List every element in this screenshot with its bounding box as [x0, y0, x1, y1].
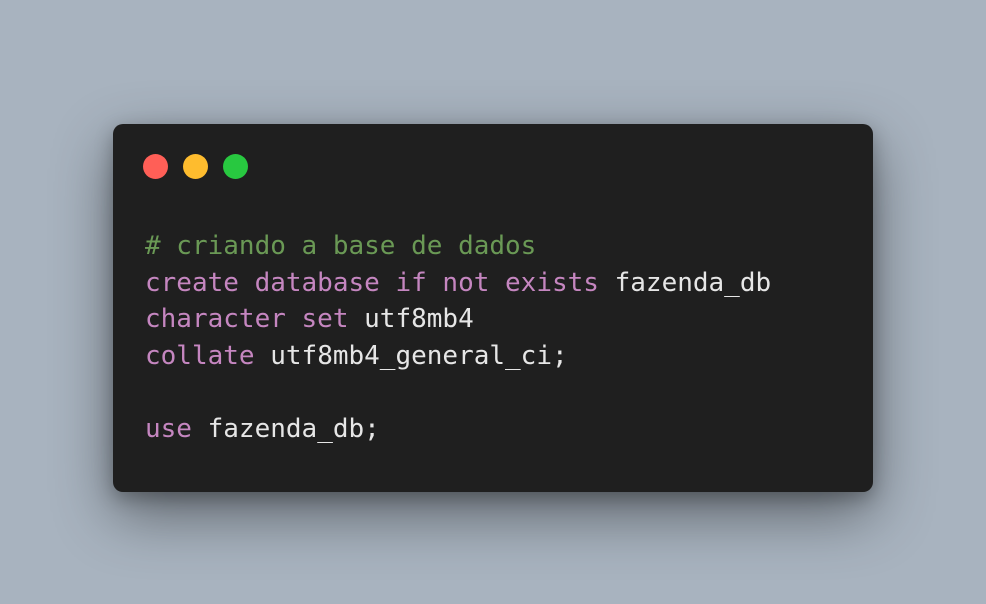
- code-line: character set utf8mb4: [145, 301, 771, 338]
- maximize-dot-icon[interactable]: [223, 154, 248, 179]
- code-block: # criando a base de dados create database…: [145, 228, 771, 447]
- minimize-dot-icon[interactable]: [183, 154, 208, 179]
- code-token-plain: utf8mb4: [348, 304, 474, 334]
- code-line: use fazenda_db;: [145, 411, 771, 448]
- window-controls: [143, 154, 248, 179]
- code-token-plain: fazenda_db;: [191, 413, 380, 444]
- code-window: # criando a base de dados create database…: [113, 124, 873, 492]
- code-token-keyword: create database if not exists: [145, 267, 599, 298]
- code-line: # criando a base de dados: [145, 228, 771, 265]
- code-token-keyword: character set: [145, 304, 349, 334]
- code-token-plain: utf8mb4_general_ci;: [254, 340, 568, 371]
- code-token-plain: fazenda_db: [598, 267, 772, 298]
- code-token-keyword: collate: [145, 340, 255, 371]
- code-line: collate utf8mb4_general_ci;: [145, 338, 771, 375]
- close-dot-icon[interactable]: [143, 154, 168, 179]
- code-token-keyword: use: [145, 413, 192, 444]
- code-token-comment: # criando a base de dados: [145, 231, 537, 261]
- code-line: create database if not exists fazenda_db: [145, 265, 771, 302]
